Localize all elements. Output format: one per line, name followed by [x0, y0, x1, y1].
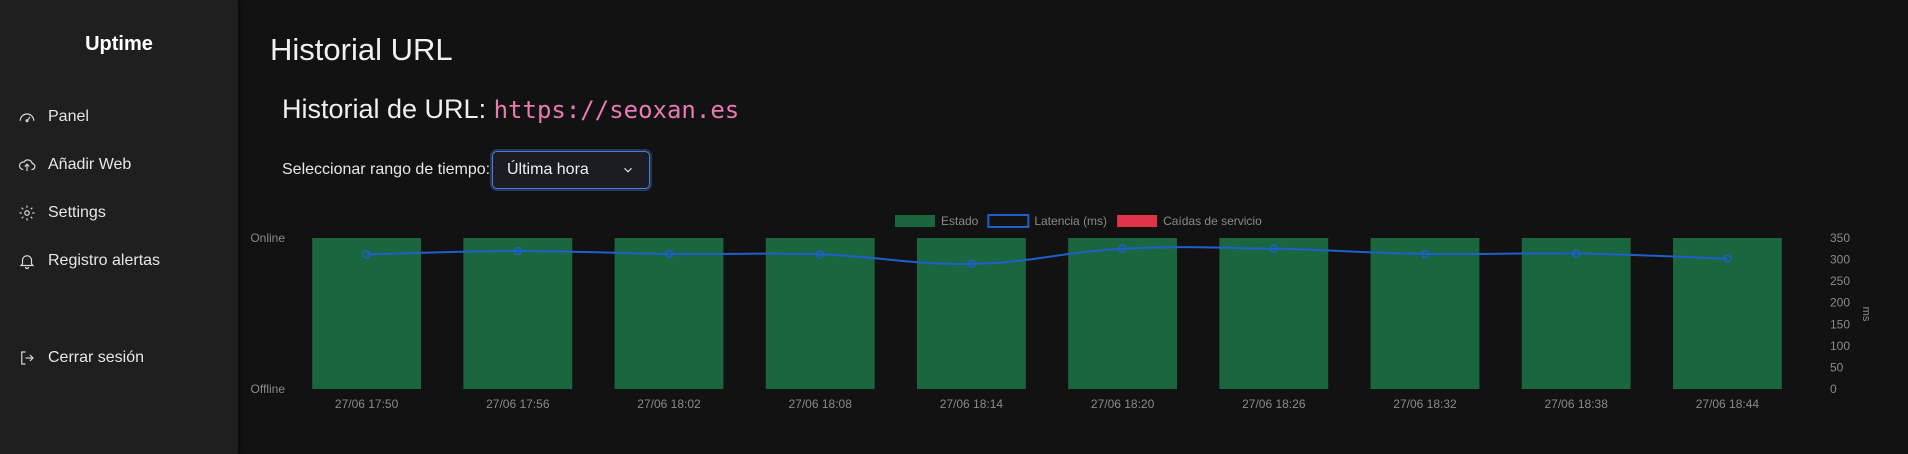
- bar-estado-1: [463, 238, 573, 389]
- bar-estado-9: [1672, 238, 1782, 389]
- bar-estado-0: [312, 238, 422, 389]
- sidebar-item-panel[interactable]: Panel: [18, 108, 89, 126]
- time-range-value: Última hora: [507, 161, 589, 178]
- x-tick-label-4: 27/06 18:14: [940, 397, 1004, 411]
- legend-swatch-1: [987, 214, 1030, 228]
- sidebar-item-add-web[interactable]: Añadir Web: [18, 156, 131, 174]
- url-heading-prefix: Historial de URL:: [282, 94, 487, 124]
- url-heading: Historial de URL: https://seoxan.es: [282, 94, 739, 125]
- sidebar: Uptime Panel Añadir Web Settings Registr…: [0, 0, 238, 454]
- y-right-tick-200: 200: [1830, 296, 1850, 310]
- x-tick-label-2: 27/06 18:02: [637, 397, 701, 411]
- gear-icon: [19, 205, 35, 221]
- bar-estado-2: [614, 238, 724, 389]
- logout-icon: [21, 351, 34, 365]
- sidebar-item-label: Settings: [48, 204, 106, 221]
- legend-swatch-0: [895, 215, 935, 227]
- y-right-tick-300: 300: [1830, 253, 1850, 267]
- bell-icon: [19, 255, 35, 270]
- y-right-tick-150: 150: [1830, 317, 1850, 331]
- bar-estado-3: [765, 238, 875, 389]
- y-right-axis-label: ms: [1860, 307, 1872, 322]
- x-tick-label-6: 27/06 18:26: [1242, 397, 1306, 411]
- gauge-icon: [19, 113, 35, 123]
- x-tick-label-0: 27/06 17:50: [335, 397, 399, 411]
- legend-label-1: Latencia (ms): [1034, 214, 1107, 228]
- y-right-tick-350: 350: [1830, 231, 1850, 245]
- monitored-url: https://seoxan.es: [493, 96, 740, 124]
- bar-estado-8: [1521, 238, 1631, 389]
- chevron-down-icon: [624, 167, 632, 173]
- legend-label-2: Caídas de servicio: [1163, 214, 1262, 228]
- bar-estado-7: [1370, 238, 1480, 389]
- x-tick-label-9: 27/06 18:44: [1696, 397, 1760, 411]
- y-right-tick-250: 250: [1830, 274, 1850, 288]
- y-left-tick-online: Online: [250, 231, 285, 245]
- legend-swatch-2: [1117, 215, 1158, 227]
- x-tick-label-1: 27/06 17:56: [486, 397, 550, 411]
- bar-estado-5: [1068, 238, 1178, 389]
- history-chart: Estado Latencia (ms) Caídas de servicio Onl…: [238, 210, 1908, 420]
- x-tick-label-3: 27/06 18:08: [788, 397, 852, 411]
- y-right-tick-50: 50: [1830, 360, 1844, 374]
- sidebar-item-logout[interactable]: Cerrar sesión: [18, 349, 144, 367]
- y-left-tick-offline: Offline: [251, 382, 286, 396]
- sidebar-item-label: Añadir Web: [48, 156, 132, 173]
- sidebar-item-settings[interactable]: Settings: [18, 204, 106, 222]
- y-right-tick-100: 100: [1830, 339, 1850, 353]
- page-title: Historial URL: [270, 32, 453, 67]
- bar-estado-6: [1219, 238, 1329, 389]
- sidebar-item-alert-log[interactable]: Registro alertas: [18, 252, 160, 270]
- x-tick-label-8: 27/06 18:38: [1544, 397, 1608, 411]
- legend-label-0: Estado: [941, 214, 979, 228]
- brand-logo[interactable]: Uptime: [0, 33, 238, 56]
- time-range-select[interactable]: Última hora: [492, 151, 650, 189]
- y-right-tick-0: 0: [1830, 382, 1837, 396]
- x-tick-label-7: 27/06 18:32: [1393, 397, 1457, 411]
- cloud-upload-icon: [18, 159, 36, 171]
- time-range-label: Seleccionar rango de tiempo:: [282, 161, 491, 178]
- main-content: Historial URL Historial de URL: https://…: [238, 0, 1908, 454]
- history-chart-svg: Estado Latencia (ms) Caídas de servicio Onl…: [250, 214, 1872, 411]
- sidebar-item-label: Panel: [48, 108, 89, 125]
- x-tick-label-5: 27/06 18:20: [1091, 397, 1155, 411]
- sidebar-item-label: Cerrar sesión: [48, 349, 145, 366]
- sidebar-item-label: Registro alertas: [48, 252, 161, 269]
